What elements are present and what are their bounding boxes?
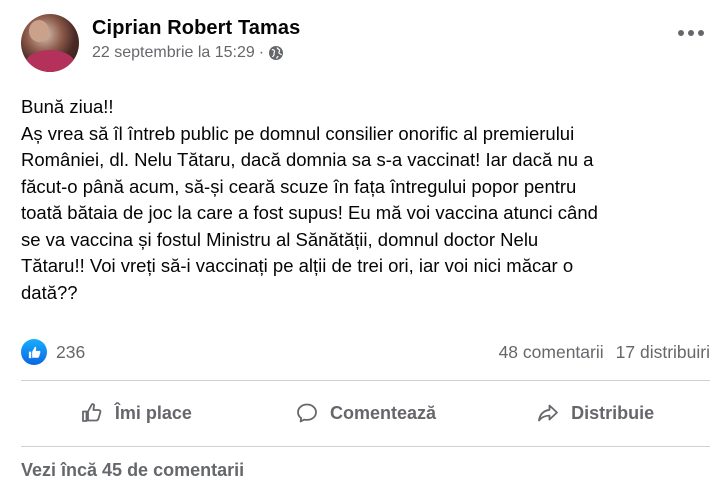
- more-options-icon[interactable]: [678, 30, 704, 36]
- avatar[interactable]: [21, 14, 79, 72]
- like-label: Îmi place: [114, 402, 192, 423]
- post-line: toată bătaia de joc la care a fost supus…: [21, 202, 598, 223]
- post-header: Ciprian Robert Tamas 22 septembrie la 15…: [21, 14, 300, 72]
- post-line: României, dl. Nelu Tătaru, dacă domnia s…: [21, 149, 594, 170]
- comments-count[interactable]: 48 comentarii: [499, 342, 604, 363]
- comment-icon: [297, 403, 317, 423]
- share-button[interactable]: Distribuie: [480, 388, 710, 438]
- separator-dot: ·: [258, 44, 265, 61]
- view-more-comments-link[interactable]: Vezi încă 45 de comentarii: [21, 460, 244, 481]
- post-body: Bună ziua!! Aș vrea să îl întreb public …: [21, 94, 711, 306]
- like-button[interactable]: Îmi place: [21, 388, 251, 438]
- thumbs-up-icon: [81, 403, 102, 422]
- comment-label: Comentează: [329, 402, 437, 423]
- share-arrow-icon: [538, 404, 559, 422]
- like-reaction-icon: [21, 339, 47, 365]
- reactions-summary[interactable]: 236: [21, 339, 85, 365]
- post-actions: Îmi place Comentează Distribuie: [21, 388, 710, 438]
- facebook-post: Ciprian Robert Tamas 22 septembrie la 15…: [0, 0, 728, 499]
- comment-button[interactable]: Comentează: [251, 388, 481, 438]
- share-label: Distribuie: [571, 402, 655, 423]
- reaction-count: 236: [56, 341, 86, 362]
- shares-count[interactable]: 17 distribuiri: [616, 342, 710, 363]
- post-line: dată??: [21, 281, 78, 303]
- timestamp[interactable]: 22 septembrie la 15:29: [92, 44, 255, 62]
- author-name[interactable]: Ciprian Robert Tamas: [92, 17, 300, 40]
- post-meta: Ciprian Robert Tamas 22 septembrie la 15…: [92, 17, 300, 62]
- post-subline: 22 septembrie la 15:29 ·: [92, 44, 300, 62]
- engagement-counts: 48 comentarii 17 distribuiri: [499, 342, 710, 363]
- globe-icon[interactable]: [268, 45, 284, 61]
- divider: [21, 380, 710, 381]
- divider: [21, 446, 710, 447]
- post-line: făcut-o până acum, să-și ceară scuze în …: [21, 175, 577, 197]
- post-stats: 236 48 comentarii 17 distribuiri: [21, 337, 710, 367]
- post-line: Aș vrea să îl întreb public pe domnul co…: [21, 122, 575, 144]
- post-line: Bună ziua!!: [21, 96, 114, 117]
- post-line: se va vaccina și fostul Ministru al Sănă…: [21, 228, 539, 250]
- post-line: Tătaru!! Voi vreți să-i vaccinați pe alț…: [21, 255, 574, 276]
